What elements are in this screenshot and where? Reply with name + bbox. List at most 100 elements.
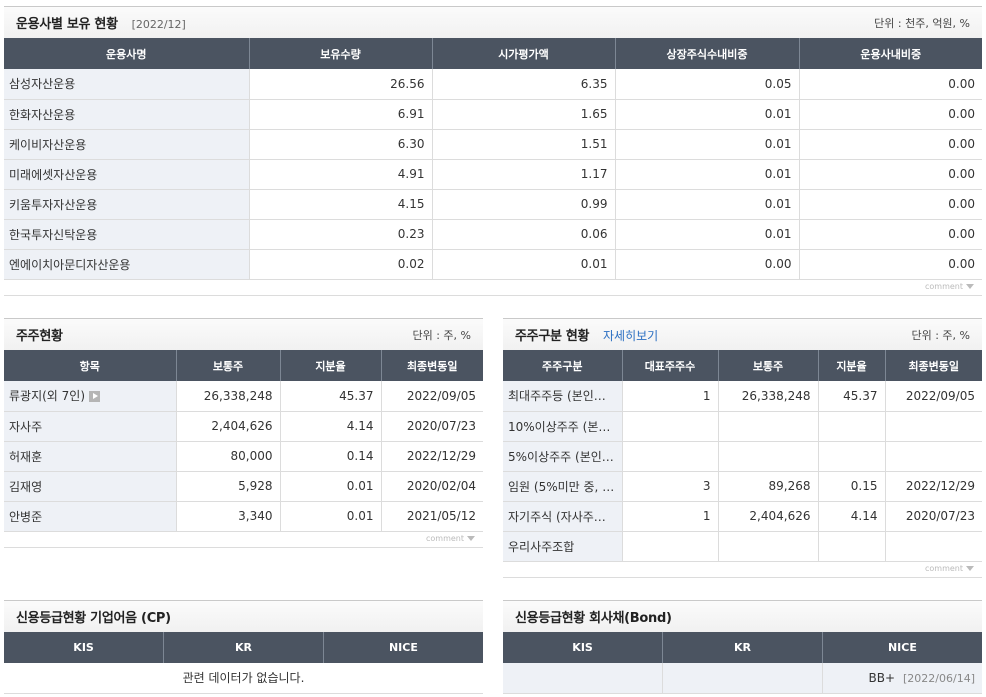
col-kr: KR xyxy=(163,632,324,663)
row-label-text: 삼성자산운용 xyxy=(9,77,76,92)
cell-value: 4.91 xyxy=(249,159,433,190)
cell-text: 0.00 xyxy=(948,257,975,271)
table-row: 관련 데이터가 없습니다. xyxy=(4,663,483,694)
cell-text: 2020/07/23 xyxy=(905,509,975,523)
cell-text: 1 xyxy=(702,509,711,523)
cell-text: 0.00 xyxy=(948,107,975,121)
cell-value: 0.01 xyxy=(615,219,800,250)
expand-play-icon[interactable] xyxy=(89,391,101,403)
column-header: 주주구분 xyxy=(503,350,623,381)
cell-value: 45.37 xyxy=(280,381,382,412)
cell-text: 1 xyxy=(702,388,711,403)
cell-value xyxy=(622,411,719,442)
cell-text: 0.01 xyxy=(764,107,792,121)
row-label-text: 5%이상주주 (본인+특별관계자) xyxy=(508,449,622,464)
cell-text: 0.99 xyxy=(580,197,608,211)
details-link[interactable]: 자세히보기 xyxy=(603,329,658,343)
cell-text: 4.91 xyxy=(397,167,425,181)
cell-text: 45.37 xyxy=(339,388,374,403)
cell-text: 0.00 xyxy=(764,257,792,271)
nice-grade: BB+ xyxy=(868,670,896,685)
shareholders-unit: 단위 : 주, % xyxy=(412,328,471,342)
cell-text: 0.14 xyxy=(346,449,374,463)
column-header: 보통주 xyxy=(176,350,281,381)
cell-text: 4.14 xyxy=(346,419,374,433)
cell-text: 0.05 xyxy=(764,76,792,91)
cell-value: 0.05 xyxy=(615,69,800,100)
cell-text: 1.17 xyxy=(580,167,608,181)
cell-value xyxy=(622,441,719,472)
cell-text: 0.00 xyxy=(948,76,975,91)
holdings-panel: 운용사별 보유 현황 [2022/12] 단위 : 천주, 억원, % 운용사명… xyxy=(4,6,982,296)
cell-text: 4.15 xyxy=(397,197,425,211)
cell-value: 2021/05/12 xyxy=(381,501,483,532)
cell-text: 26,338,248 xyxy=(203,388,273,403)
cell-value: 0.06 xyxy=(432,219,616,250)
cell-value: 4.14 xyxy=(818,501,886,532)
cell-value: 80,000 xyxy=(176,441,281,472)
cell-text: 6.35 xyxy=(580,76,608,91)
cell-value: 0.01 xyxy=(615,159,800,190)
row-label-text: 자사주 xyxy=(9,419,43,434)
cell-value: 0.01 xyxy=(615,99,800,130)
table-row: 최대주주등 (본인+특별관계자) 1 26,338,248 45.37 2022/09/… xyxy=(503,381,982,412)
cell-value: 45.37 xyxy=(818,381,886,412)
row-label: 김재영 xyxy=(4,471,177,502)
holdings-unit: 단위 : 천주, 억원, % xyxy=(874,16,970,30)
credit-bond-header: 신용등급현황 회사채(Bond) xyxy=(503,600,982,632)
cell-text: 0.01 xyxy=(764,167,792,181)
cell-text: 0.15 xyxy=(850,479,878,493)
cell-value: 0.00 xyxy=(799,189,982,220)
cell-value: 5,928 xyxy=(176,471,281,502)
shareholder-types-unit: 단위 : 주, % xyxy=(911,328,970,342)
credit-bond-title: 신용등급현황 회사채(Bond) xyxy=(515,611,672,626)
credit-bond-table: KIS KR NICE BB+ [2022/06/14] xyxy=(503,632,982,694)
cell-value: 2,404,626 xyxy=(718,501,819,532)
cell-text: 0.00 xyxy=(948,137,975,151)
shareholder-types-table: 주주구분대표주주수보통주지분율최종변동일 최대주주등 (본인+특별관계자) 1 26… xyxy=(503,350,982,562)
cell-text: 3 xyxy=(702,479,711,493)
row-label: 한국투자신탁운용 xyxy=(4,219,250,250)
row-label-text: 한화자산운용 xyxy=(9,107,76,122)
cell-value: 0.00 xyxy=(615,249,800,280)
row-label-text: 미래에셋자산운용 xyxy=(9,167,98,182)
cell-value: 0.01 xyxy=(432,249,616,280)
chevron-down-icon xyxy=(467,535,475,541)
cell-text: 0.01 xyxy=(346,509,374,523)
column-header: 지분율 xyxy=(280,350,382,381)
cell-value: 1 xyxy=(622,501,719,532)
cell-value: 0.00 xyxy=(799,99,982,130)
cell-value: 1.51 xyxy=(432,129,616,160)
kr-grade-cell xyxy=(662,663,823,694)
holdings-comment-toggle[interactable]: comment xyxy=(4,280,982,296)
row-label-text: 임원 (5%미만 중, 임원인 경우) xyxy=(508,479,621,494)
table-row: 김재영 5,928 0.01 2020/02/04 xyxy=(4,471,483,502)
cell-value: 26,338,248 xyxy=(176,381,281,412)
cell-value: 4.14 xyxy=(280,411,382,442)
cell-value: 0.01 xyxy=(615,129,800,160)
column-header: 보통주 xyxy=(718,350,819,381)
cell-value: 0.01 xyxy=(615,189,800,220)
row-label-text: 엔에이치아문디자산운용 xyxy=(9,257,131,272)
column-header: 대표주주수 xyxy=(622,350,719,381)
row-label: 5%이상주주 (본인+특별관계자) xyxy=(503,441,623,472)
cell-value: 0.00 xyxy=(799,69,982,100)
cell-text: 0.06 xyxy=(580,227,608,241)
table-row: 안병준 3,340 0.01 2021/05/12 xyxy=(4,501,483,532)
cell-value: 3,340 xyxy=(176,501,281,532)
table-row: 우리사주조합 xyxy=(503,531,982,562)
column-header: 상장주식수내비중 xyxy=(615,38,800,69)
cell-value xyxy=(818,531,886,562)
cell-text: 2,404,626 xyxy=(211,419,273,433)
row-label: 한화자산운용 xyxy=(4,99,250,130)
shareholder-types-comment-toggle[interactable]: comment xyxy=(503,562,982,578)
row-label: 10%이상주주 (본인+특별관계자) xyxy=(503,411,623,442)
shareholders-comment-toggle[interactable]: comment xyxy=(4,532,483,548)
shareholder-types-title: 주주구분 현황 xyxy=(515,329,590,344)
shareholders-table: 항목 보통주 지분율 최종변동일 류광지(외 7인) 26,338,248 45.37 20… xyxy=(4,350,483,532)
cell-value: 0.02 xyxy=(249,249,433,280)
cell-value: 0.00 xyxy=(799,129,982,160)
cell-value: 6.91 xyxy=(249,99,433,130)
row-label: 우리사주조합 xyxy=(503,531,623,562)
col-nice: NICE xyxy=(323,632,483,663)
